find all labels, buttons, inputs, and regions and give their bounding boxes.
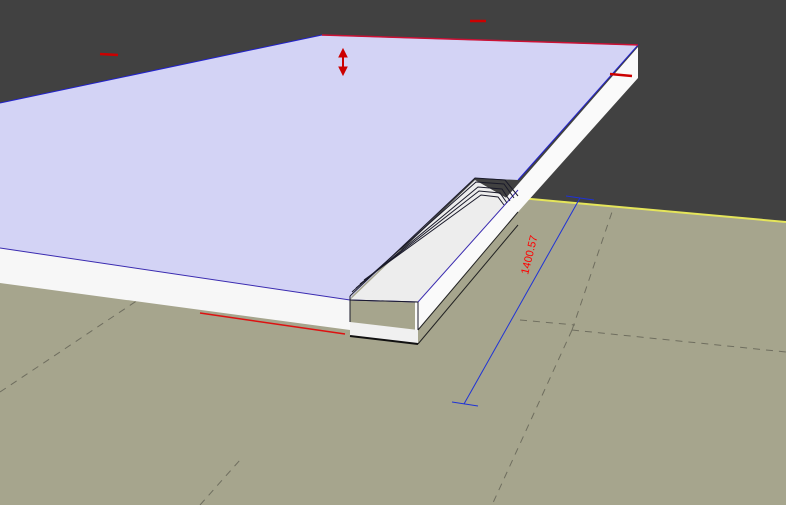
- 3d-viewport[interactable]: 1400.57: [0, 0, 786, 505]
